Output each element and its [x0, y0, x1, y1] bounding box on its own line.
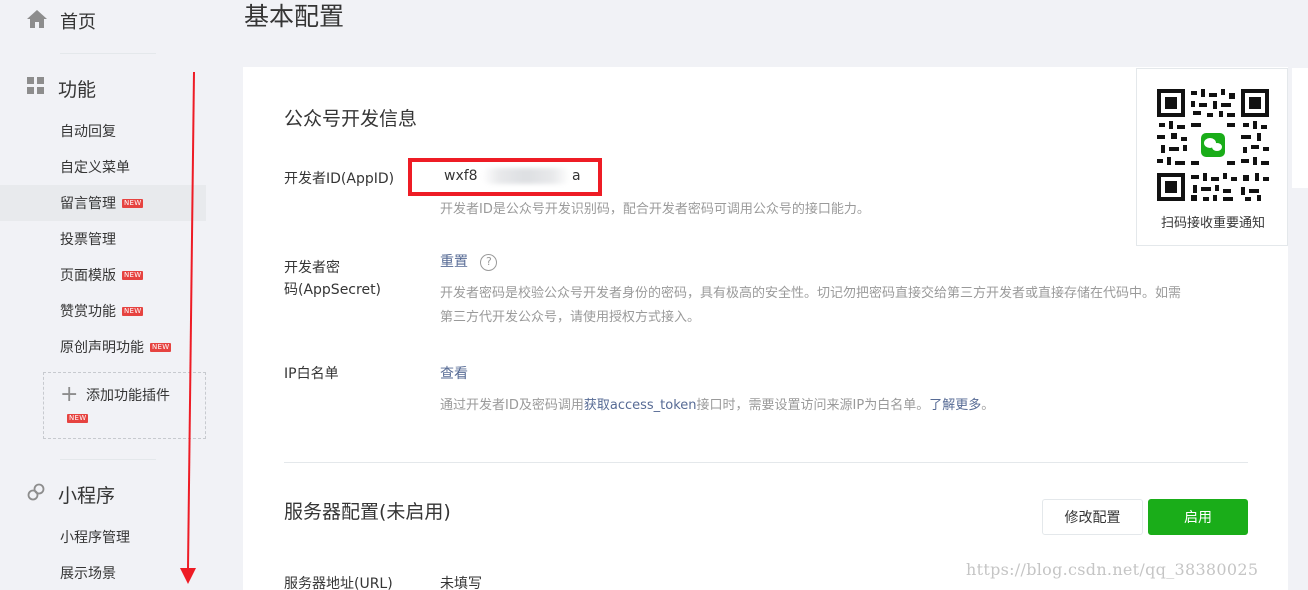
sidebar-item-custom-menu[interactable]: 自定义菜单: [0, 149, 206, 185]
ip-whitelist-label: IP白名单: [284, 366, 339, 382]
appsecret-label-line2: 码(AppSecret): [284, 282, 382, 298]
appsecret-description-line1: 开发者密码是校验公众号开发者身份的密码，具有极高的安全性。切记勿把密码直接交给第…: [440, 286, 1182, 301]
sidebar-item-reward[interactable]: 赞赏功能 NEW: [0, 293, 206, 329]
sidebar-item-auto-reply[interactable]: 自动回复: [0, 113, 206, 149]
sidebar-item-label: 小程序管理: [60, 530, 130, 546]
new-badge: NEW: [122, 270, 144, 280]
ip-desc-text: 。: [981, 398, 995, 413]
new-badge: NEW: [67, 414, 89, 423]
sidebar-item-label: 页面模版: [60, 268, 116, 284]
server-config-title: 服务器配置(未启用): [284, 501, 451, 523]
sidebar-features-label: 功能: [58, 78, 97, 101]
add-plugin-label: 添加功能插件: [86, 388, 170, 404]
appsecret-actions: 重置 ?: [440, 251, 498, 273]
enable-button[interactable]: 启用: [1148, 499, 1248, 535]
reset-secret-link[interactable]: 重置: [440, 254, 468, 270]
dev-info-title: 公众号开发信息: [284, 108, 418, 130]
appid-label: 开发者ID(AppID): [284, 171, 395, 187]
server-url-value: 未填写: [440, 576, 482, 590]
appid-value: wxf8: [444, 168, 478, 184]
sidebar-item-display-scenes[interactable]: 展示场景: [0, 555, 206, 590]
sidebar-divider: [60, 53, 156, 54]
new-badge: NEW: [150, 342, 172, 352]
new-badge: NEW: [122, 198, 144, 208]
sidebar-home-label: 首页: [60, 12, 96, 33]
sidebar-item-label: 展示场景: [60, 566, 116, 582]
appid-description: 开发者ID是公众号开发识别码，配合开发者密码可调用公众号的接口能力。: [440, 202, 870, 217]
access-token-link[interactable]: 获取access_token: [584, 398, 697, 413]
grid-icon: [26, 76, 46, 100]
watermark: https://blog.csdn.net/qq_38380025: [966, 560, 1259, 579]
sidebar-item-label: 原创声明功能: [60, 340, 144, 356]
scroll-annotation-arrow: [180, 72, 196, 584]
sidebar-item-original-declaration[interactable]: 原创声明功能 NEW: [0, 329, 206, 365]
plus-icon: +: [60, 382, 79, 407]
sidebar-item-label: 自动回复: [60, 124, 116, 140]
sidebar-item-page-templates[interactable]: 页面模版 NEW: [0, 257, 206, 293]
modify-config-button[interactable]: 修改配置: [1042, 499, 1143, 535]
section-divider: [284, 462, 1248, 463]
qr-caption: 扫码接收重要通知: [1160, 216, 1265, 231]
new-badge: NEW: [122, 306, 144, 316]
sidebar-item-comments[interactable]: 留言管理 NEW: [0, 185, 206, 221]
appid-value-highlight: wxf8 a: [408, 158, 602, 196]
ip-whitelist-actions: 查看: [440, 363, 468, 385]
sidebar-item-miniprogram-manage[interactable]: 小程序管理: [0, 519, 206, 555]
home-icon: [26, 8, 48, 34]
sidebar-section-features[interactable]: 功能: [26, 73, 96, 103]
ip-desc-text: 通过开发者ID及密码调用: [440, 398, 584, 413]
sidebar-item-label: 留言管理: [60, 196, 116, 212]
ip-desc-text: 接口时，需要设置访问来源IP为白名单。: [696, 398, 930, 413]
sidebar-item-label: 赞赏功能: [60, 304, 116, 320]
sidebar: 首页 功能 自动回复 自定义菜单 留言管理 NEW 投票管理 页面模版 NEW …: [0, 0, 206, 590]
sidebar-miniprogram-label: 小程序: [58, 484, 116, 507]
view-ip-whitelist-link[interactable]: 查看: [440, 366, 468, 382]
sidebar-item-votes[interactable]: 投票管理: [0, 221, 206, 257]
help-icon[interactable]: ?: [480, 253, 498, 271]
qr-code-image: [1157, 89, 1269, 201]
qr-notification-panel: 扫码接收重要通知: [1136, 68, 1288, 246]
appsecret-description-line2: 第三方代开发公众号，请使用授权方式接入。: [440, 310, 701, 325]
sidebar-item-home[interactable]: 首页: [26, 8, 96, 34]
appid-redaction: [482, 168, 570, 184]
learn-more-link[interactable]: 了解更多: [929, 398, 981, 413]
appsecret-description: 开发者密码是校验公众号开发者身份的密码，具有极高的安全性。切记勿把密码直接交给第…: [440, 282, 1181, 330]
sidebar-item-label: 投票管理: [60, 232, 116, 248]
appid-value-suffix: a: [572, 168, 581, 184]
sidebar-section-miniprogram[interactable]: 小程序: [26, 479, 115, 509]
link-icon: [26, 482, 46, 506]
ip-whitelist-description: 通过开发者ID及密码调用获取access_token接口时，需要设置访问来源IP…: [440, 394, 994, 418]
sidebar-item-label: 自定义菜单: [60, 160, 130, 176]
appsecret-label-line1: 开发者密: [284, 260, 340, 276]
right-edge-panel: [1292, 68, 1308, 188]
config-card: 公众号开发信息 开发者ID(AppID) wxf8 a 开发者ID是公众号开发识…: [243, 67, 1288, 590]
page-title: 基本配置: [244, 2, 345, 31]
sidebar-divider: [60, 459, 156, 460]
server-url-label: 服务器地址(URL): [284, 576, 393, 590]
appsecret-label: 开发者密 码(AppSecret): [284, 257, 381, 301]
app-root: 首页 功能 自动回复 自定义菜单 留言管理 NEW 投票管理 页面模版 NEW …: [0, 0, 1308, 590]
